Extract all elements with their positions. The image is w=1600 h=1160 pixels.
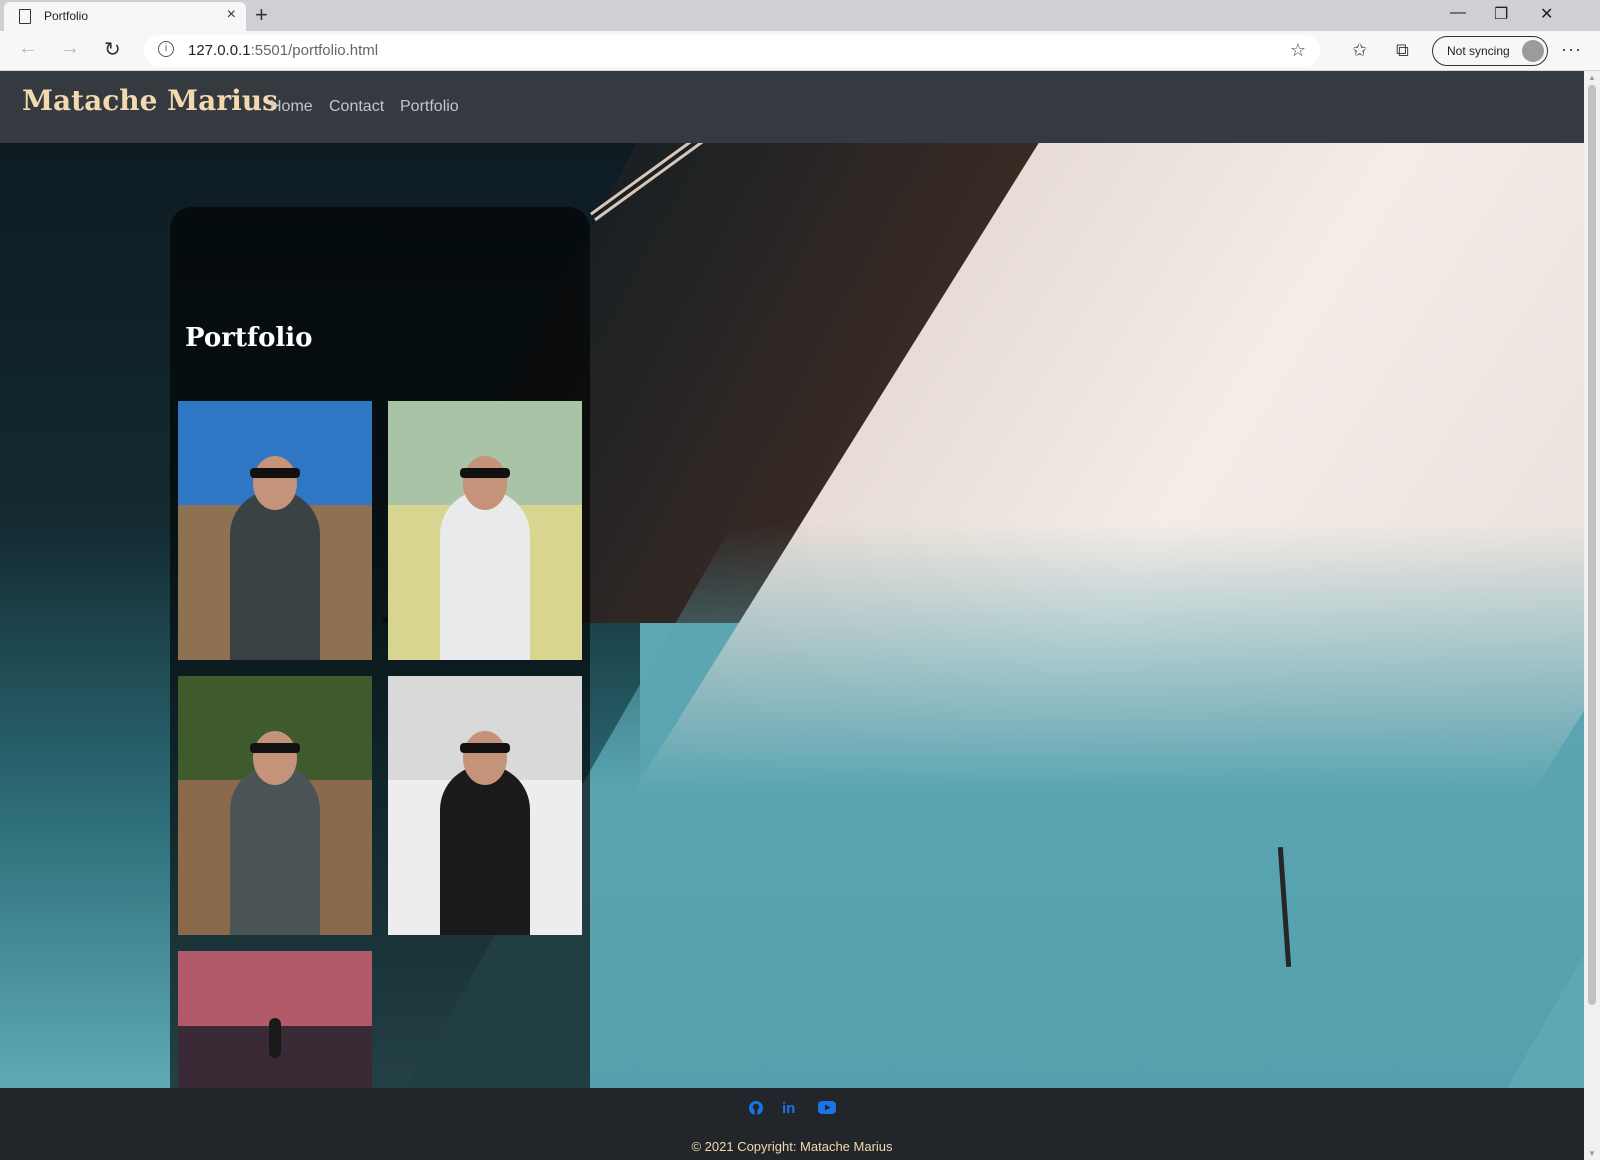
scroll-up-icon[interactable]: ▲ <box>1588 73 1596 82</box>
favorites-icon[interactable]: ✩ <box>1352 40 1367 61</box>
footer: in © 2021 Copyright: Matache Marius <box>0 1088 1584 1160</box>
sunglasses-icon <box>460 468 510 478</box>
new-tab-button[interactable]: + <box>255 2 268 28</box>
site-info-icon[interactable]: i <box>158 41 174 57</box>
close-window-icon[interactable]: ✕ <box>1540 4 1553 24</box>
portfolio-photo[interactable] <box>178 951 372 1088</box>
browser-tab-strip: Portfolio × + — ❐ ✕ <box>0 0 1600 31</box>
sunglasses-icon <box>250 468 300 478</box>
close-tab-icon[interactable]: × <box>227 6 236 24</box>
more-menu-icon[interactable]: ··· <box>1561 39 1582 60</box>
vertical-scrollbar[interactable]: ▲ ▼ <box>1584 71 1600 1160</box>
copyright-text: © 2021 Copyright: Matache Marius <box>691 1139 893 1154</box>
photo-person <box>230 490 320 660</box>
sync-label: Not syncing <box>1447 44 1510 58</box>
page-viewport: Matache Marius Home Contact Portfolio Po… <box>0 71 1584 1160</box>
back-icon[interactable]: ← <box>18 37 38 60</box>
portfolio-photo[interactable] <box>178 676 372 935</box>
tab-title: Portfolio <box>44 9 89 23</box>
brand-logo[interactable]: Matache Marius <box>22 84 278 117</box>
reload-icon[interactable]: ↻ <box>104 37 121 62</box>
photo-head <box>463 731 507 785</box>
photo-head <box>253 456 297 510</box>
photo-head <box>253 731 297 785</box>
nav-link-portfolio[interactable]: Portfolio <box>400 98 459 116</box>
page-title: Portfolio <box>185 323 313 353</box>
url-bar[interactable]: i 127.0.0.1:5501/portfolio.html ☆ <box>144 35 1320 67</box>
photo-person <box>440 765 530 935</box>
scrollbar-thumb[interactable] <box>1588 85 1596 1005</box>
photo-person <box>440 490 530 660</box>
linkedin-icon[interactable]: in <box>782 1100 795 1117</box>
photo-head <box>463 456 507 510</box>
portfolio-photo[interactable] <box>178 401 372 660</box>
url-path: :5501/portfolio.html <box>250 42 379 59</box>
portfolio-card: Portfolio <box>170 207 590 1107</box>
forward-icon[interactable]: → <box>60 37 80 60</box>
add-favorite-icon[interactable]: ☆ <box>1290 40 1306 61</box>
nav-link-home[interactable]: Home <box>270 98 313 116</box>
avatar <box>1522 40 1544 62</box>
navbar: Matache Marius Home Contact Portfolio <box>0 71 1584 143</box>
portfolio-photo[interactable] <box>388 401 582 660</box>
sunglasses-icon <box>460 743 510 753</box>
photo-person <box>269 1018 281 1058</box>
url-text: 127.0.0.1:5501/portfolio.html <box>188 42 378 59</box>
restore-icon[interactable]: ❐ <box>1494 4 1508 24</box>
github-icon[interactable] <box>748 1100 764 1120</box>
address-toolbar: ← → ↻ i 127.0.0.1:5501/portfolio.html ☆ … <box>0 31 1600 71</box>
page-icon <box>19 9 31 24</box>
youtube-icon[interactable] <box>818 1101 836 1118</box>
url-host: 127.0.0.1 <box>188 42 251 59</box>
photo-sky <box>178 951 372 1027</box>
portfolio-photo[interactable] <box>388 676 582 935</box>
scroll-down-icon[interactable]: ▼ <box>1588 1149 1596 1158</box>
browser-tab[interactable]: Portfolio × <box>4 2 246 31</box>
sunglasses-icon <box>250 743 300 753</box>
minimize-icon[interactable]: — <box>1450 4 1466 22</box>
profile-sync-button[interactable]: Not syncing <box>1432 36 1548 66</box>
photo-person <box>230 765 320 935</box>
nav-link-contact[interactable]: Contact <box>329 98 384 116</box>
collections-icon[interactable]: ⧉ <box>1396 40 1409 61</box>
